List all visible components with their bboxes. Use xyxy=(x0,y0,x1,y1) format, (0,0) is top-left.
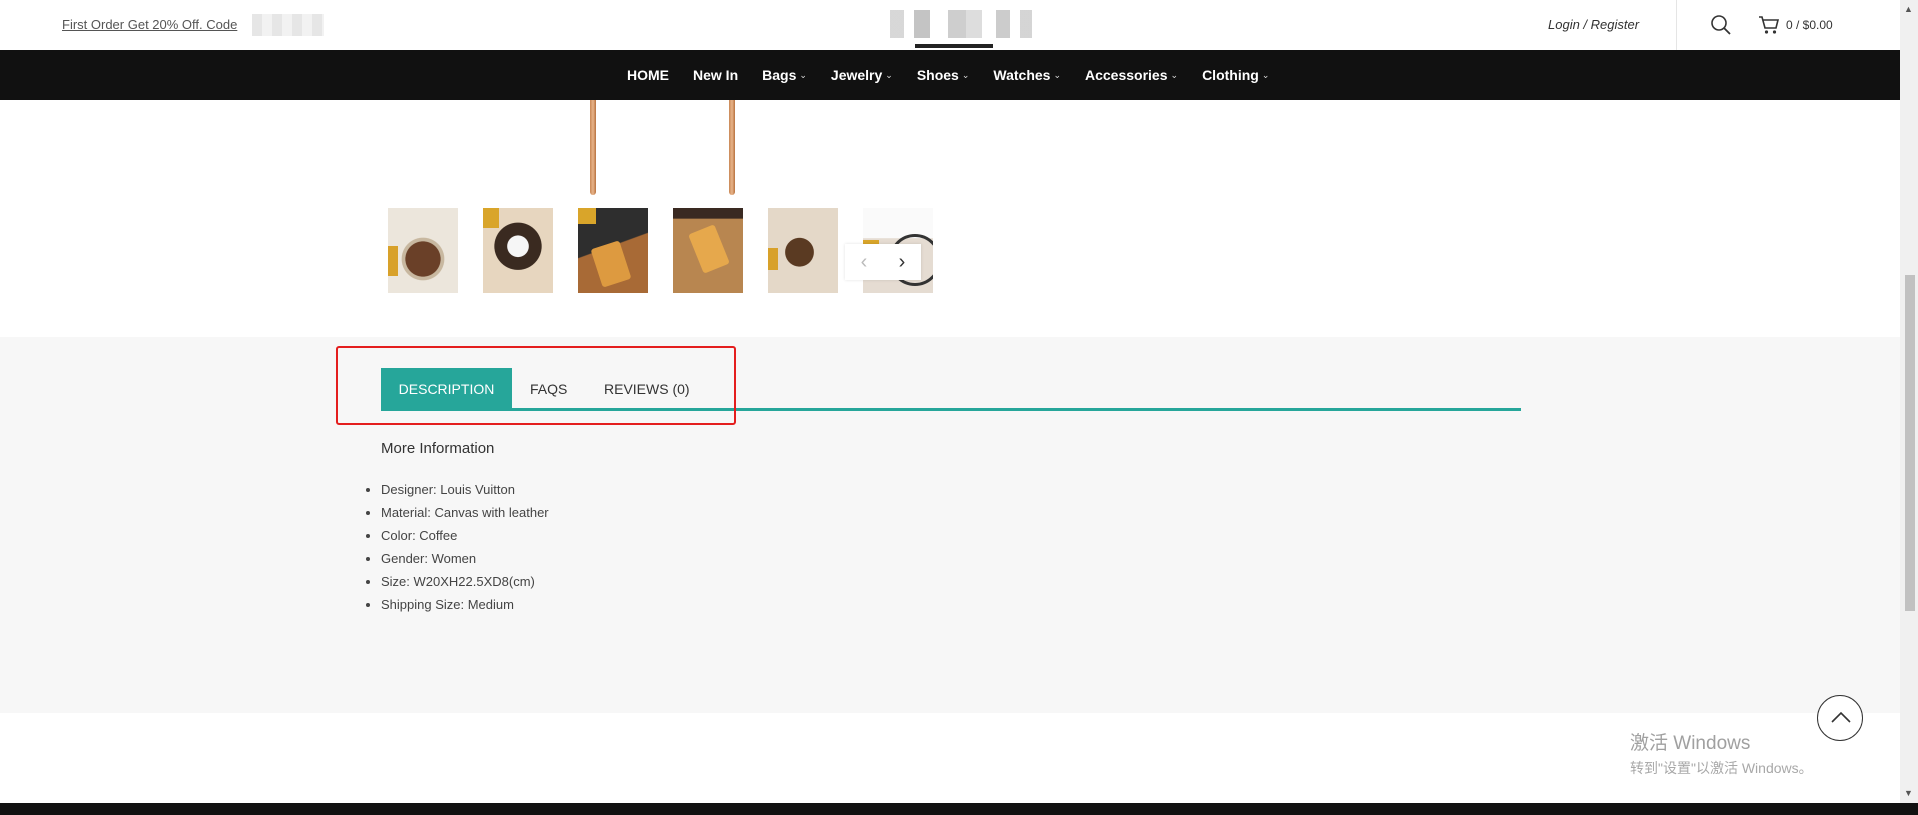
nav-item-new-in[interactable]: New In xyxy=(693,67,738,83)
bag-strap-image xyxy=(590,100,596,195)
nav-item-home[interactable]: HOME xyxy=(627,67,669,83)
product-gallery: ‹ › xyxy=(0,100,1900,337)
nav-label: Watches xyxy=(993,67,1051,83)
search-icon[interactable] xyxy=(1710,14,1732,36)
chevron-down-icon: ⌄ xyxy=(1261,69,1270,80)
footer-bar xyxy=(0,803,1918,815)
nav-item-bags[interactable]: Bags ⌄ xyxy=(762,67,807,83)
chevron-down-icon: ⌄ xyxy=(1170,69,1179,80)
main-nav: HOME New In Bags ⌄ Jewelry ⌄ Shoes ⌄ Watche… xyxy=(0,50,1900,100)
chevron-up-icon xyxy=(1831,711,1851,723)
nav-label: New In xyxy=(693,67,739,83)
nav-item-accessories[interactable]: Accessories ⌄ xyxy=(1085,67,1178,83)
scrollbar-thumb[interactable] xyxy=(1905,275,1915,611)
promo-link[interactable]: First Order Get 20% Off. Code xyxy=(62,17,237,32)
bag-strap-image xyxy=(729,100,735,195)
spec-list: Designer: Louis Vuitton Material: Canvas… xyxy=(381,478,549,616)
spec-item: Shipping Size: Medium xyxy=(381,593,549,616)
product-thumbnail[interactable] xyxy=(673,208,743,293)
top-bar: First Order Get 20% Off. Code Login / Re… xyxy=(0,0,1900,50)
watermark-title: 激活 Windows xyxy=(1630,733,1751,754)
login-register-link[interactable]: Login / Register xyxy=(1548,17,1639,32)
cart-icon[interactable] xyxy=(1758,15,1780,35)
nav-item-watches[interactable]: Watches ⌄ xyxy=(993,67,1061,83)
spec-item: Material: Canvas with leather xyxy=(381,501,549,524)
chevron-down-icon: ⌄ xyxy=(1053,69,1061,80)
logo-underline xyxy=(915,44,993,48)
site-logo[interactable] xyxy=(890,10,1032,38)
scroll-down-arrow-icon[interactable]: ▼ xyxy=(1904,788,1913,798)
product-thumbnail[interactable] xyxy=(388,208,458,293)
product-thumbnail[interactable] xyxy=(483,208,553,293)
chevron-down-icon: ⌄ xyxy=(885,69,893,80)
cart-total[interactable]: 0 / $0.00 xyxy=(1786,18,1833,32)
product-tabs-section: DESCRIPTION FAQS REVIEWS (0) More Inform… xyxy=(0,337,1900,713)
more-information-heading: More Information xyxy=(381,440,495,457)
spec-item: Gender: Women xyxy=(381,547,549,570)
header-divider xyxy=(1676,0,1677,50)
spec-item: Size: W20XH22.5XD8(cm) xyxy=(381,570,549,593)
chevron-down-icon: ⌄ xyxy=(799,69,807,80)
page: First Order Get 20% Off. Code Login / Re… xyxy=(0,0,1918,815)
chevron-right-icon[interactable]: › xyxy=(883,244,921,280)
nav-label: Clothing xyxy=(1202,67,1259,83)
nav-label: Shoes xyxy=(916,67,959,83)
nav-label: Jewelry xyxy=(830,67,883,83)
product-thumbnail[interactable] xyxy=(768,208,838,293)
nav-item-clothing[interactable]: Clothing ⌄ xyxy=(1202,67,1269,83)
spec-item: Color: Coffee xyxy=(381,524,549,547)
product-thumbnail[interactable] xyxy=(578,208,648,293)
highlight-annotation-box xyxy=(336,346,736,425)
back-to-top-button[interactable] xyxy=(1817,695,1863,741)
windows-activation-watermark: 激活 Windows 转到"设置"以激活 Windows。 xyxy=(1630,728,1813,778)
spec-item: Designer: Louis Vuitton xyxy=(381,478,549,501)
promo-code-blurred xyxy=(252,14,324,36)
chevron-left-icon[interactable]: ‹ xyxy=(845,244,883,280)
nav-label: HOME xyxy=(627,67,669,83)
nav-item-shoes[interactable]: Shoes ⌄ xyxy=(917,67,970,83)
nav-item-jewelry[interactable]: Jewelry ⌄ xyxy=(831,67,893,83)
carousel-controls: ‹ › xyxy=(845,244,921,280)
nav-label: Accessories xyxy=(1085,67,1168,83)
watermark-subtitle: 转到"设置"以激活 Windows。 xyxy=(1630,760,1813,776)
scroll-up-arrow-icon[interactable]: ▲ xyxy=(1904,4,1913,14)
nav-label: Bags xyxy=(762,67,797,83)
chevron-down-icon: ⌄ xyxy=(961,69,970,80)
